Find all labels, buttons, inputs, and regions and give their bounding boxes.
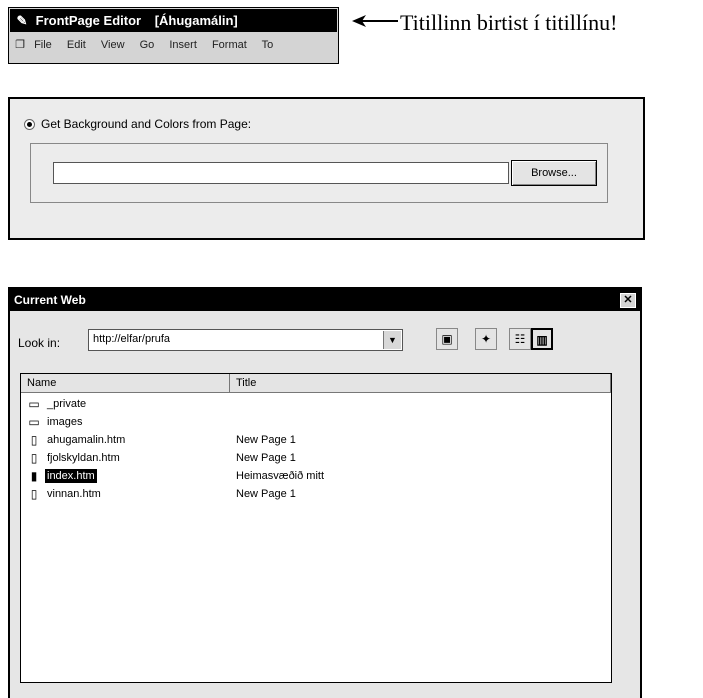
dialog-title: Current Web — [14, 293, 86, 307]
menu-format[interactable]: Format — [212, 39, 247, 51]
document-icon: ❐ — [15, 39, 25, 51]
details-view-icon[interactable]: ▥ — [531, 328, 553, 350]
file-name: vinnan.htm — [47, 488, 101, 500]
file-name: ahugamalin.htm — [47, 434, 126, 446]
file-icon: ▮ — [30, 469, 38, 483]
background-page-path-field[interactable] — [53, 162, 509, 184]
get-background-radio[interactable]: Get Background and Colors from Page: — [24, 117, 251, 131]
menu-go[interactable]: Go — [140, 39, 155, 51]
file-title: New Page 1 — [236, 452, 296, 464]
folder-icon: ▭ — [28, 415, 40, 429]
frontpage-app-icon: ✎ — [16, 13, 28, 28]
file-name: index.htm — [45, 469, 97, 483]
list-view-icon[interactable]: ☷ — [509, 328, 531, 350]
file-title: Heimasvæðið mitt — [236, 470, 325, 482]
column-header-name[interactable]: Name — [21, 374, 230, 393]
file-icon: ▯ — [30, 433, 38, 447]
radio-selected-icon[interactable] — [24, 118, 35, 130]
background-settings-panel: Get Background and Colors from Page: Bro… — [8, 97, 645, 240]
menu-insert[interactable]: Insert — [169, 39, 197, 51]
file-name: _private — [47, 398, 87, 410]
folder-icon: ▭ — [28, 397, 40, 411]
arrow-left-icon — [352, 15, 398, 27]
look-in-label: Look in: — [18, 336, 61, 350]
dialog-title-bar: Current Web ✕ — [10, 289, 640, 311]
document-title: [Áhugamálin] — [154, 13, 238, 28]
new-folder-icon[interactable]: ✦ — [475, 328, 497, 350]
frontpage-window-snippet: ✎ FrontPage Editor [Áhugamálin] ❐ File E… — [8, 7, 339, 64]
file-name: images — [47, 416, 83, 428]
look-in-dropdown[interactable]: http://elfar/prufa ▼ — [88, 329, 403, 351]
frontpage-menu-bar: ❐ File Edit View Go Insert Format To — [10, 34, 337, 56]
chevron-down-icon[interactable]: ▼ — [383, 331, 401, 349]
file-title: New Page 1 — [236, 434, 296, 446]
menu-edit[interactable]: Edit — [67, 39, 86, 51]
file-icon: ▯ — [30, 487, 38, 501]
close-icon[interactable]: ✕ — [620, 293, 636, 308]
menu-tools[interactable]: To — [262, 39, 274, 51]
file-title: New Page 1 — [236, 488, 296, 500]
background-source-group: Browse... — [30, 143, 608, 203]
app-title: FrontPage Editor — [35, 13, 142, 28]
current-web-dialog: Current Web ✕ Look in: http://elfar/pruf… — [8, 287, 642, 698]
file-icon: ▯ — [30, 451, 38, 465]
file-name: fjolskyldan.htm — [47, 452, 120, 464]
browse-button[interactable]: Browse... — [511, 160, 597, 186]
menu-view[interactable]: View — [101, 39, 125, 51]
menu-file[interactable]: File — [34, 39, 52, 51]
frontpage-title-bar: ✎ FrontPage Editor [Áhugamálin] — [10, 9, 337, 32]
up-folder-icon[interactable]: ▣ — [436, 328, 458, 350]
radio-label: Get Background and Colors from Page: — [41, 117, 252, 131]
column-header-title[interactable]: Title — [230, 374, 611, 393]
file-list[interactable]: Name Title ▭ _private ▭ images ▯ ahugama… — [20, 373, 612, 683]
annotation-caption: Titillinn birtist í titillínu! — [400, 10, 618, 35]
look-in-value: http://elfar/prufa — [93, 333, 171, 345]
